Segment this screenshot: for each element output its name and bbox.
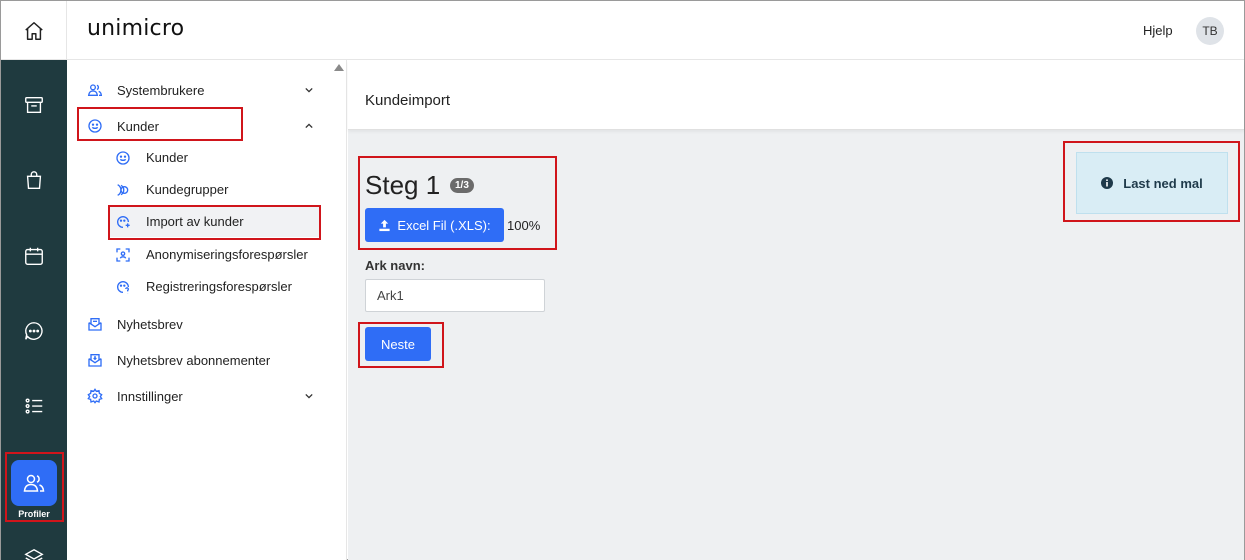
highlight-box-profiles — [5, 452, 64, 522]
archive-icon — [25, 96, 43, 114]
subnav-item-kundegrupper[interactable]: Kundegrupper — [67, 177, 317, 203]
users-icon — [87, 84, 103, 96]
rail-layers[interactable] — [1, 538, 67, 560]
highlight-box-download — [1063, 141, 1240, 222]
subnav-item-label: Anonymiseringsforespørsler — [146, 247, 308, 262]
list-icon — [25, 398, 43, 414]
user-avatar[interactable]: TB — [1196, 17, 1224, 45]
layers-icon — [24, 548, 44, 560]
subnav-item-label: Kunder — [146, 150, 188, 165]
scroll-up-arrow[interactable] — [334, 64, 344, 71]
nav-item-label: Innstillinger — [117, 388, 183, 404]
rail-chat[interactable] — [1, 311, 67, 351]
nav-item-systembrukere[interactable]: Systembrukere — [67, 77, 327, 103]
nav-item-label: Systembrukere — [117, 82, 205, 98]
subnav-item-registreringsforesporsler[interactable]: Registreringsforespørsler — [67, 274, 317, 300]
subnav-item-label: Kundegrupper — [146, 182, 229, 197]
subnav-item-kunder[interactable]: Kunder — [67, 145, 317, 171]
home-icon — [24, 21, 43, 40]
chevron-up-icon — [305, 123, 313, 129]
page-title: Kundeimport — [365, 92, 451, 109]
nav-item-label: Nyhetsbrev — [117, 316, 183, 332]
highlight-box-step-1 — [358, 156, 557, 250]
nav-item-innstillinger[interactable]: Innstillinger — [67, 383, 327, 409]
chevron-down-icon — [305, 393, 313, 399]
customer-groups-icon — [117, 184, 129, 196]
rail-archive[interactable] — [1, 85, 67, 125]
chat-icon — [25, 322, 43, 340]
highlight-box-next — [358, 322, 444, 368]
side-navigation: Systembrukere Kunder Kunder Kundegrupper… — [67, 60, 347, 560]
smile-icon — [116, 151, 130, 165]
sheet-name-input[interactable] — [365, 279, 545, 312]
help-link[interactable]: Hjelp — [1143, 23, 1173, 38]
subnav-item-anonymiseringsforesporsler[interactable]: Anonymiseringsforespørsler — [67, 242, 327, 268]
shopping-bag-icon — [26, 171, 42, 189]
chevron-down-icon — [305, 87, 313, 93]
newsletter-subscriptions-icon — [88, 354, 102, 367]
nav-item-nyhetsbrev-abonnementer[interactable]: Nyhetsbrev abonnementer — [67, 347, 327, 373]
highlight-box-import-av-kunder — [108, 205, 321, 240]
left-rail: Profiler — [1, 60, 67, 560]
rail-shop[interactable] — [1, 160, 67, 200]
anonymize-icon — [116, 248, 130, 262]
page-header: Kundeimport — [348, 60, 1244, 130]
nav-item-label: Nyhetsbrev abonnementer — [117, 352, 271, 368]
calendar-icon — [25, 247, 43, 265]
gear-icon — [87, 388, 103, 404]
sheet-name-label: Ark navn: — [365, 258, 425, 273]
top-bar: unimicro Hjelp TB — [1, 1, 1244, 60]
main-content: Kundeimport Steg 1 1/3 Excel Fil (.XLS):… — [348, 60, 1244, 560]
highlight-box-kunder — [77, 107, 243, 141]
rail-list[interactable] — [1, 386, 67, 426]
app-logo[interactable]: unimicro — [87, 16, 184, 41]
registration-request-icon — [117, 281, 129, 294]
newsletter-icon — [88, 318, 102, 331]
nav-item-nyhetsbrev[interactable]: Nyhetsbrev — [67, 311, 327, 337]
home-button[interactable] — [1, 1, 67, 60]
rail-calendar[interactable] — [1, 236, 67, 276]
subnav-item-label: Registreringsforespørsler — [146, 279, 292, 294]
